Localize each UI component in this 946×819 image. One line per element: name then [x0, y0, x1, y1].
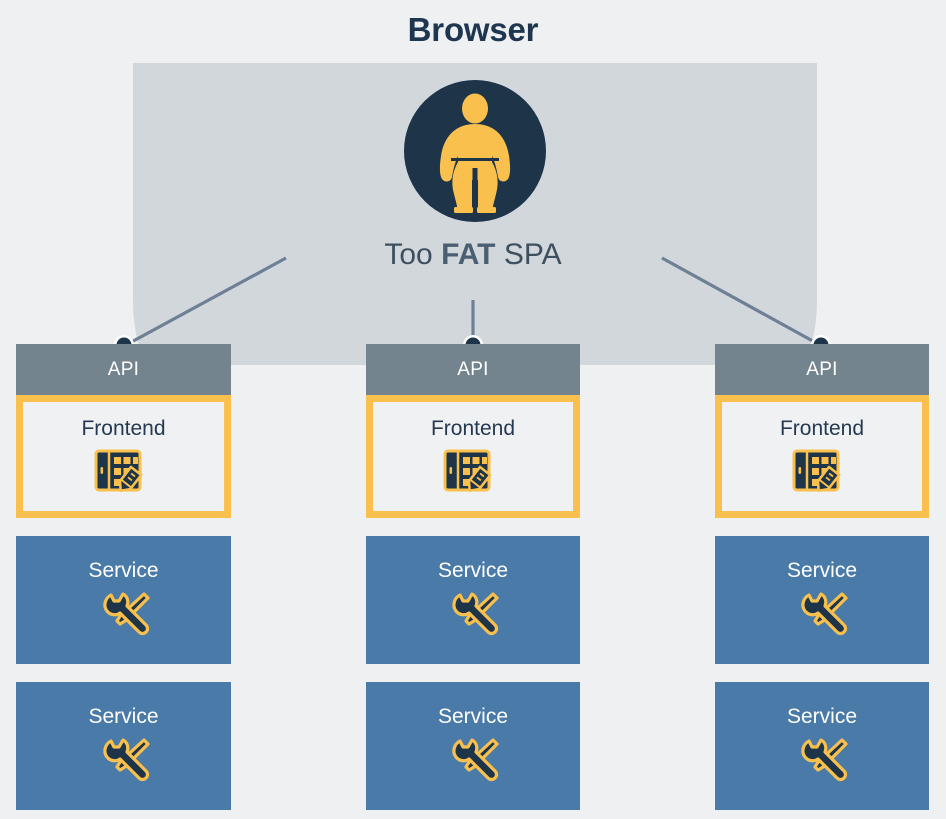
- wrench-screwdriver-icon: [801, 737, 848, 781]
- spa-label: Too FAT SPA: [0, 238, 946, 272]
- wrench-screwdriver-icon: [801, 591, 848, 635]
- service-box-3-1[interactable]: Service: [715, 536, 929, 664]
- wireframe-pencil-icon: [94, 449, 143, 492]
- page-title: Browser: [407, 11, 539, 48]
- frontend-box-3[interactable]: Frontend: [715, 395, 929, 518]
- column-3: API Frontend Service Service: [715, 344, 929, 810]
- wireframe-pencil-icon: [792, 449, 841, 492]
- frontend-label-1: Frontend: [81, 416, 166, 440]
- service-box-2-1[interactable]: Service: [366, 536, 580, 664]
- wireframe-pencil-icon: [443, 449, 492, 492]
- service-label-2-2: Service: [437, 704, 509, 728]
- service-box-1-1[interactable]: Service: [16, 536, 231, 664]
- frontend-box-1[interactable]: Frontend: [16, 395, 231, 518]
- wrench-screwdriver-icon: [452, 737, 499, 781]
- wrench-screwdriver-icon: [102, 737, 150, 781]
- api-header-1[interactable]: API: [16, 344, 231, 395]
- api-label-1: API: [107, 358, 140, 380]
- avatar: [404, 80, 546, 222]
- frontend-label-2: Frontend: [430, 416, 516, 440]
- service-label-3-1: Service: [786, 558, 858, 582]
- service-label-1-2: Service: [88, 704, 159, 728]
- service-box-3-2[interactable]: Service: [715, 682, 929, 810]
- service-label-1-1: Service: [88, 558, 159, 582]
- column-2: API Frontend Service Service: [366, 344, 580, 810]
- api-label-2: API: [457, 358, 489, 380]
- api-header-3[interactable]: API: [715, 344, 929, 395]
- frontend-label-3: Frontend: [779, 416, 865, 440]
- spa-label-strong: FAT: [441, 238, 496, 271]
- service-box-1-2[interactable]: Service: [16, 682, 231, 810]
- wrench-screwdriver-icon: [102, 591, 150, 635]
- architecture-diagram: Browser Too FAT SPA API Frontend Service…: [0, 0, 946, 819]
- api-header-2[interactable]: API: [366, 344, 580, 395]
- wrench-screwdriver-icon: [452, 591, 499, 635]
- spa-label-suffix: SPA: [495, 238, 562, 271]
- api-label-3: API: [806, 358, 838, 380]
- service-label-3-2: Service: [786, 704, 858, 728]
- column-1: API Frontend Service Service: [16, 344, 231, 810]
- frontend-box-2[interactable]: Frontend: [366, 395, 580, 518]
- obese-person-icon: [439, 93, 511, 213]
- spa-label-prefix: Too: [384, 238, 442, 271]
- service-box-2-2[interactable]: Service: [366, 682, 580, 810]
- service-label-2-1: Service: [437, 558, 509, 582]
